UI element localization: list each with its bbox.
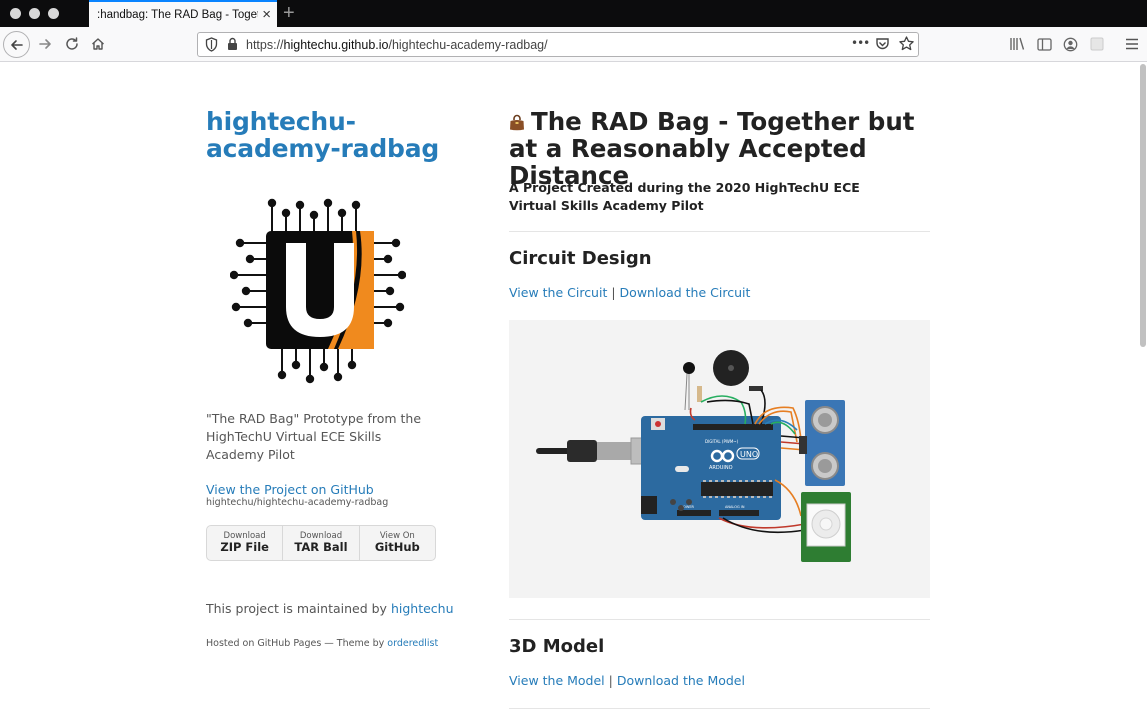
page-title-text: The RAD Bag - Together but at a Reasonab…: [509, 107, 915, 190]
home-button[interactable]: [86, 33, 110, 55]
bookmark-star-icon[interactable]: [899, 36, 914, 56]
divider: [509, 619, 930, 620]
back-button[interactable]: [3, 31, 30, 58]
download-circuit-link[interactable]: Download the Circuit: [620, 285, 751, 300]
model-links: View the Model | Download the Model: [509, 673, 745, 688]
download-buttons: Download ZIP File Download TAR Ball View…: [206, 525, 436, 561]
handbag-icon: [510, 114, 524, 131]
arrow-right-icon: [39, 39, 51, 49]
home-icon: [92, 38, 104, 50]
section-heading-circuit: Circuit Design: [509, 248, 652, 269]
url-text[interactable]: https://hightechu.github.io/hightechu-ac…: [246, 38, 548, 52]
new-tab-icon[interactable]: +: [283, 2, 295, 24]
url-scheme: https://: [246, 38, 284, 52]
download-zip-label: ZIP File: [220, 540, 269, 554]
circuit-illustration: DIGITAL (PWM~) ARDUINO UNO POWER ANALOG …: [536, 350, 851, 562]
shield-icon[interactable]: [205, 37, 218, 57]
library-button[interactable]: [1005, 33, 1029, 55]
page-actions-icon[interactable]: •••: [851, 35, 870, 51]
view-on-github-button[interactable]: View On GitHub: [360, 526, 435, 560]
lock-icon[interactable]: [227, 37, 238, 56]
circuit-links: View the Circuit | Download the Circuit: [509, 285, 750, 300]
divider: [509, 231, 930, 232]
view-model-link[interactable]: View the Model: [509, 673, 605, 688]
arduino-analog-label: ANALOG IN: [725, 505, 745, 509]
reload-icon: [66, 37, 78, 50]
url-bar[interactable]: https://hightechu.github.io/hightechu-ac…: [197, 32, 919, 57]
pocket-icon[interactable]: [875, 37, 890, 56]
forward-button[interactable]: [33, 33, 57, 55]
download-model-link[interactable]: Download the Model: [617, 673, 745, 688]
hosted-prefix: Hosted on GitHub Pages — Theme by: [206, 638, 388, 649]
tab-title: :handbag: The RAD Bag - Together: [97, 8, 258, 21]
account-icon: [1063, 37, 1077, 51]
active-tab[interactable]: :handbag: The RAD Bag - Together ×: [89, 0, 277, 27]
view-on-github-link[interactable]: View the Project on GitHub: [206, 482, 374, 497]
hosted-by-line: Hosted on GitHub Pages — Theme by ordere…: [206, 638, 438, 649]
url-host: hightechu.github.io: [283, 38, 389, 52]
reload-button[interactable]: [60, 33, 84, 55]
account-button[interactable]: [1058, 33, 1082, 55]
extension-icon: [1090, 37, 1104, 51]
arduino-model-label: UNO: [740, 450, 758, 459]
window-close-dot[interactable]: [10, 8, 21, 19]
hamburger-menu-icon: [1126, 38, 1138, 50]
url-path: /hightechu-academy-radbag/: [388, 38, 548, 52]
sidebar-toggle-button[interactable]: [1032, 33, 1056, 55]
theme-author-link[interactable]: orderedlist: [387, 638, 438, 649]
nav-toolbar: https://hightechu.github.io/hightechu-ac…: [0, 27, 1147, 62]
arrow-left-icon: [10, 39, 23, 50]
link-separator: |: [608, 673, 613, 688]
arduino-header-label: DIGITAL (PWM~): [705, 439, 739, 444]
view-circuit-link[interactable]: View the Circuit: [509, 285, 607, 300]
project-description: "The RAD Bag" Prototype from the HighTec…: [206, 411, 422, 462]
window-minimize-dot[interactable]: [29, 8, 40, 19]
site-title-link[interactable]: hightechu-academy-radbag: [206, 108, 446, 162]
page-viewport: hightechu-academy-radbag "The RAD Bag" P…: [0, 62, 1147, 711]
menu-button[interactable]: [1120, 33, 1144, 55]
download-tarball-label: TAR Ball: [294, 540, 348, 554]
maintainer-link[interactable]: hightechu: [391, 601, 454, 616]
page-title: The RAD Bag - Together but at a Reasonab…: [509, 108, 930, 189]
maintainer-line: This project is maintained by hightechu: [206, 601, 454, 616]
extension-button[interactable]: [1085, 33, 1109, 55]
circuit-diagram-image: DIGITAL (PWM~) ARDUINO UNO POWER ANALOG …: [509, 320, 930, 598]
arduino-brand-label: ARDUINO: [709, 465, 733, 471]
section-heading-3d-model: 3D Model: [509, 636, 605, 657]
library-icon: [1010, 37, 1025, 50]
tab-strip: :handbag: The RAD Bag - Together × +: [0, 0, 1147, 27]
link-separator: |: [611, 285, 616, 300]
repo-path: hightechu/hightechu-academy-radbag: [206, 497, 389, 508]
download-tarball-button[interactable]: Download TAR Ball: [283, 526, 360, 560]
hightechu-logo: [230, 198, 406, 384]
scrollbar-thumb[interactable]: [1140, 64, 1146, 347]
vertical-scrollbar[interactable]: [1138, 62, 1147, 711]
window-zoom-dot[interactable]: [48, 8, 59, 19]
download-zip-button[interactable]: Download ZIP File: [207, 526, 284, 560]
sidebar-icon: [1036, 37, 1052, 51]
maintainer-prefix: This project is maintained by: [206, 601, 391, 616]
view-on-github-label: GitHub: [374, 540, 420, 554]
project-subtitle: A Project Created during the 2020 HighTe…: [509, 180, 860, 213]
divider: [509, 708, 930, 709]
tab-close-icon[interactable]: ×: [262, 7, 271, 22]
